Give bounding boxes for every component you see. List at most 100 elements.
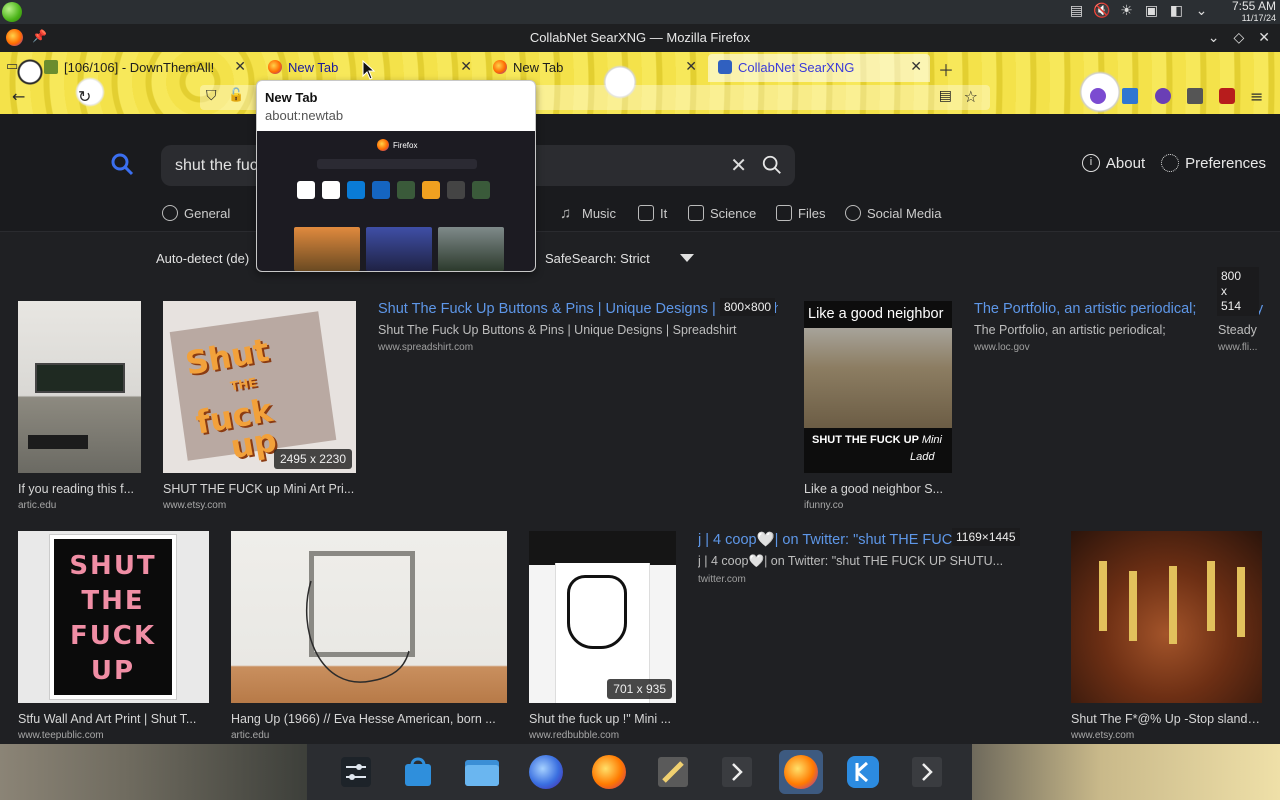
layers-icon xyxy=(638,205,654,221)
chevron-down-icon[interactable] xyxy=(680,254,694,262)
close-tab-icon[interactable]: ✕ xyxy=(685,58,697,75)
info-icon: i xyxy=(1081,154,1100,172)
close-window-button[interactable]: ✕ xyxy=(1258,29,1270,46)
text-result[interactable]: The Portfolio, an artistic periodical; T… xyxy=(974,301,1202,353)
search-button[interactable] xyxy=(761,154,783,176)
image-result[interactable]: Shut The F*@% Up -Stop slande... www.ets… xyxy=(1071,531,1262,746)
close-tab-icon[interactable]: ✕ xyxy=(460,58,472,75)
result-thumbnail[interactable]: SHUT THE FUCK UP xyxy=(18,531,209,703)
system-tray: ▤ 🔇 ☀ ▣ ◧ ⌄ xyxy=(1068,3,1210,20)
chevron-down-icon[interactable]: ⌄ xyxy=(1193,3,1210,20)
searxng-logo-icon[interactable] xyxy=(110,152,134,176)
result-thumbnail[interactable]: 701 x 935 xyxy=(529,531,676,703)
clock[interactable]: 7:55 AM 11/17/24 xyxy=(1232,0,1276,23)
close-tab-icon[interactable]: ✕ xyxy=(910,58,922,75)
bookmark-star-icon[interactable]: ☆ xyxy=(964,87,978,106)
about-link[interactable]: i About xyxy=(1081,154,1145,172)
close-tab-icon[interactable]: ✕ xyxy=(234,58,246,75)
result-thumbnail[interactable] xyxy=(1071,531,1262,703)
downloads-icon[interactable] xyxy=(1122,88,1138,104)
maximize-button[interactable]: ◇ xyxy=(1233,29,1244,46)
language-select[interactable]: Auto-detect (de) xyxy=(156,251,249,266)
brightness-icon[interactable]: ☀ xyxy=(1118,3,1135,20)
new-tab-button[interactable]: ＋ xyxy=(938,57,954,81)
minimize-button[interactable]: ⌄ xyxy=(1208,29,1220,46)
tab-files[interactable]: Files xyxy=(776,205,825,221)
result-title[interactable]: The Portfolio, an artistic periodical; xyxy=(974,301,1202,317)
tab-preview-tooltip: New Tab about:newtab Firefox xyxy=(256,80,536,272)
result-thumbnail[interactable]: Like a good neighbor SHUT THE FUCK UP Mi… xyxy=(804,301,952,473)
mouse-cursor-icon xyxy=(362,60,376,80)
result-domain: artic.edu xyxy=(231,730,270,741)
result-title[interactable]: Shut The Fuck Up Buttons & Pins | Unique… xyxy=(378,301,778,317)
image-result[interactable]: Shut THE fuck up 2495 x 2230 SHUT THE FU… xyxy=(163,301,356,521)
safesearch-select[interactable]: SafeSearch: Strict xyxy=(545,251,650,266)
image-result[interactable]: SHUT THE FUCK UP Stfu Wall And Art Print… xyxy=(18,531,209,746)
firefox-active-icon[interactable] xyxy=(779,750,823,794)
ublock-icon[interactable] xyxy=(1219,88,1235,104)
reload-button[interactable]: ↻ xyxy=(78,87,91,106)
tab-music[interactable]: ♫ Music xyxy=(560,205,616,222)
people-icon xyxy=(845,205,861,221)
image-dimensions: 2495 x 2230 xyxy=(273,449,352,469)
tab-list-icon[interactable]: ▭ xyxy=(6,58,18,74)
preferences-link[interactable]: Preferences xyxy=(1161,154,1266,172)
tab-preview-image: Firefox xyxy=(257,131,535,271)
app-launcher-icon[interactable] xyxy=(2,2,22,22)
tab-social-media[interactable]: Social Media xyxy=(845,205,941,221)
firefox-icon[interactable] xyxy=(587,750,631,794)
arrow-icon[interactable] xyxy=(715,750,759,794)
nav-toolbar: ← ↻ ⛉ 🔓 ▤ ☆ ≡ xyxy=(0,82,1280,112)
clear-search-icon[interactable]: ✕ xyxy=(730,153,747,177)
save-icon[interactable]: ▣ xyxy=(1143,3,1160,20)
insecure-lock-icon[interactable]: 🔓 xyxy=(228,88,244,103)
extensions-icon[interactable] xyxy=(1187,88,1203,104)
volume-muted-icon[interactable]: 🔇 xyxy=(1093,3,1110,20)
result-thumbnail[interactable] xyxy=(231,531,507,703)
tab-it[interactable]: It xyxy=(638,205,667,221)
tab-downthemall[interactable]: [106/106] - DownThemAll! ✕ xyxy=(34,54,254,82)
badge-line: 514 xyxy=(1221,299,1242,313)
store-icon[interactable] xyxy=(396,750,440,794)
back-button[interactable]: ← xyxy=(12,87,25,106)
tab-general[interactable]: General xyxy=(162,205,230,221)
menu-icon[interactable]: ≡ xyxy=(1250,87,1263,106)
result-caption: Hang Up (1966) // Eva Hesse American, bo… xyxy=(231,712,496,726)
tracking-shield-icon[interactable]: ⛉ xyxy=(206,88,217,104)
result-thumbnail[interactable] xyxy=(18,301,141,473)
kde-connect-icon[interactable] xyxy=(841,750,885,794)
tab-label: [106/106] - DownThemAll! xyxy=(64,60,215,75)
tab-new-tab-2[interactable]: New Tab ✕ xyxy=(483,54,705,82)
folder-icon[interactable] xyxy=(460,750,504,794)
tab-science[interactable]: Science xyxy=(688,205,756,221)
image-result[interactable]: 701 x 935 Shut the fuck up !" Mini ... w… xyxy=(529,531,676,746)
thumb-text: SHUT THE FUCK UP xyxy=(812,434,919,446)
taskbar-dock xyxy=(307,744,972,800)
window-title: CollabNet SearXNG — Mozilla Firefox xyxy=(529,30,751,45)
thumb-text: SHUT xyxy=(69,551,157,581)
extension-icon[interactable] xyxy=(1090,88,1106,104)
result-caption: If you reading this f... xyxy=(18,482,135,496)
text-editor-icon[interactable] xyxy=(651,750,695,794)
image-result[interactable]: Hang Up (1966) // Eva Hesse American, bo… xyxy=(231,531,507,746)
arrow-icon[interactable] xyxy=(905,750,949,794)
downthemall-icon xyxy=(44,60,58,74)
image-result[interactable]: If you reading this f... artic.edu xyxy=(18,301,141,521)
account-icon[interactable] xyxy=(1155,88,1171,104)
result-snippet: Shut The Fuck Up Buttons & Pins | Unique… xyxy=(378,323,737,337)
searxng-icon xyxy=(718,60,732,74)
firefox-nightly-icon[interactable] xyxy=(524,750,568,794)
result-thumbnail[interactable]: Shut THE fuck up 2495 x 2230 xyxy=(163,301,356,473)
window-titlebar[interactable]: 📌 CollabNet SearXNG — Mozilla Firefox ⌄ … xyxy=(0,24,1280,52)
network-icon[interactable]: ◧ xyxy=(1168,3,1185,20)
image-dimensions: 701 x 935 xyxy=(607,679,672,699)
result-domain: www.etsy.com xyxy=(163,500,227,511)
tab-collabnet-searxng[interactable]: CollabNet SearXNG ✕ xyxy=(708,54,930,82)
settings-icon[interactable] xyxy=(334,750,378,794)
image-result[interactable]: Like a good neighbor SHUT THE FUCK UP Mi… xyxy=(804,301,952,521)
text-result[interactable]: Shut The Fuck Up Buttons & Pins | Unique… xyxy=(378,301,778,353)
reader-view-icon[interactable]: ▤ xyxy=(939,88,952,104)
tab-label: New Tab xyxy=(513,60,564,75)
thumb-text: UP xyxy=(90,656,136,686)
clipboard-icon[interactable]: ▤ xyxy=(1068,3,1085,20)
